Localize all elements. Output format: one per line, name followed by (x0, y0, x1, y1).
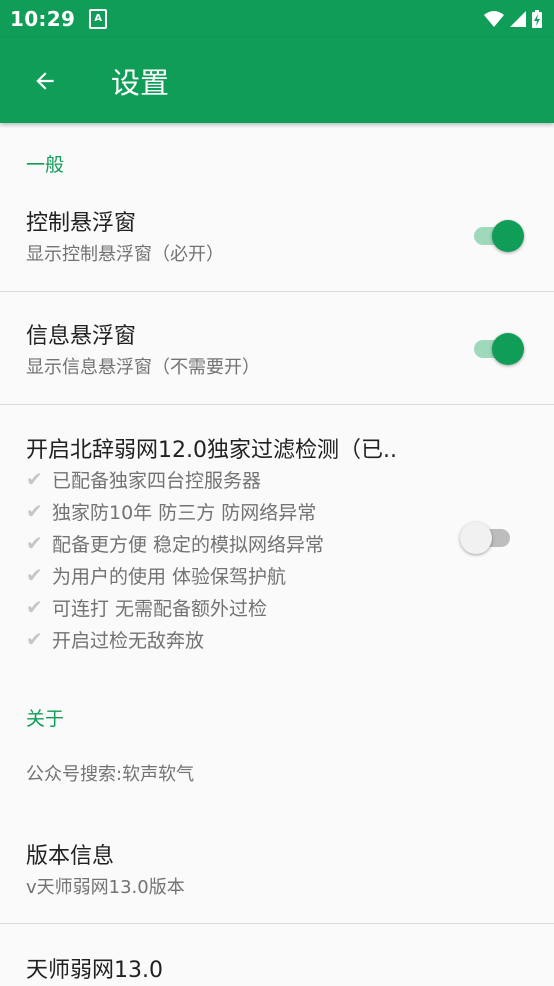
pref-app-name[interactable]: 天师弱网13.0 (0, 924, 554, 986)
pref-info-float[interactable]: 信息悬浮窗 显示信息悬浮窗（不需要开） (0, 292, 554, 404)
battery-icon (532, 10, 542, 28)
pref-summary: 显示控制悬浮窗（必开） (26, 244, 224, 265)
status-bar: 10:29 A (0, 0, 554, 38)
check-icon: ✔ (26, 595, 43, 619)
pref-wechat[interactable]: 公众号搜索:软声软气 (0, 743, 554, 813)
pref-title: 天师弱网13.0 (26, 958, 163, 983)
pref-summary: 显示信息悬浮窗（不需要开） (26, 357, 260, 378)
wifi-icon (484, 11, 504, 27)
status-time: 10:29 (10, 7, 76, 31)
page-title: 设置 (111, 65, 170, 100)
section-header-general: 一般 (26, 154, 65, 176)
app-bar: 设置 (0, 38, 554, 123)
pref-title: 信息悬浮窗 (26, 324, 137, 349)
pref-summary: v天师弱网13.0版本 (26, 877, 185, 898)
list-item: ✔ 配备更方便 稳定的模拟网络异常 (26, 531, 325, 556)
control-float-switch[interactable] (470, 218, 524, 252)
list-item: ✔ 开启过检无敌奔放 (26, 627, 205, 652)
notification-icon: A (89, 9, 108, 29)
check-icon: ✔ (26, 467, 43, 491)
list-item: ✔ 独家防10年 防三方 防网络异常 (26, 499, 317, 524)
list-item: ✔ 为用户的使用 体验保驾护航 (26, 563, 287, 588)
check-icon: ✔ (26, 563, 43, 587)
feature-list: ✔ 已配备独家四台控服务器 ✔ 独家防10年 防三方 防网络异常 ✔ 配备更方便 稳定… (26, 463, 324, 655)
check-icon: ✔ (26, 531, 43, 555)
info-float-switch[interactable] (470, 331, 524, 365)
pref-control-float[interactable]: 控制悬浮窗 显示控制悬浮窗（必开） (0, 185, 554, 291)
pref-version[interactable]: 版本信息 v天师弱网13.0版本 (0, 813, 554, 923)
back-button[interactable] (25, 61, 65, 101)
settings-list[interactable]: 一般 控制悬浮窗 显示控制悬浮窗（必开） 信息悬浮窗 显示信息悬浮窗（不需要开）… (0, 123, 554, 986)
pref-summary: 公众号搜索:软声软气 (26, 764, 195, 785)
list-item: ✔ 已配备独家四台控服务器 (26, 467, 262, 492)
signal-icon (510, 11, 526, 27)
section-header-about: 关于 (26, 708, 65, 730)
filter-detect-switch[interactable] (460, 520, 514, 554)
pref-title: 控制悬浮窗 (26, 211, 137, 236)
check-icon: ✔ (26, 627, 43, 651)
switch-thumb (460, 522, 492, 554)
switch-thumb (492, 220, 524, 252)
switch-thumb (492, 333, 524, 365)
check-icon: ✔ (26, 499, 43, 523)
pref-title: 版本信息 (26, 844, 115, 869)
pref-title: 开启北辞弱网12.0独家过滤检测（已.. (26, 438, 397, 463)
list-item: ✔ 可连打 无需配备额外过检 (26, 595, 268, 620)
arrow-back-icon (36, 71, 54, 90)
